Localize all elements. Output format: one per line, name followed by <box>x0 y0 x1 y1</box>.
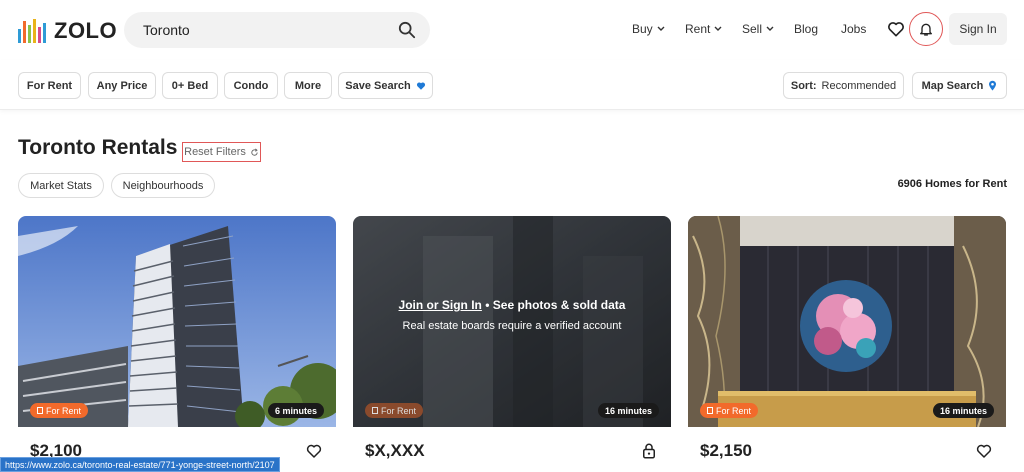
favorite-heart-icon[interactable] <box>975 442 993 460</box>
for-rent-badge: For Rent <box>30 403 89 418</box>
document-icon <box>37 407 43 414</box>
search-icon[interactable] <box>398 21 416 39</box>
chevron-down-icon <box>657 26 665 31</box>
heart-filled-icon <box>416 81 425 90</box>
sort-dropdown[interactable]: Sort: Recommended <box>783 72 904 99</box>
nav-blog-label: Blog <box>794 22 819 36</box>
nav-jobs[interactable]: Jobs <box>841 22 866 36</box>
map-pin-icon <box>989 80 997 91</box>
sort-label: Sort: <box>790 79 817 92</box>
filter-more[interactable]: More <box>284 72 332 99</box>
search-value: Toronto <box>143 22 190 38</box>
favorites-heart-icon[interactable] <box>886 19 906 39</box>
search-input[interactable]: Toronto <box>124 12 430 48</box>
favorite-heart-icon[interactable] <box>305 442 323 460</box>
filter-beds[interactable]: 0+ Bed <box>162 72 218 99</box>
listing-card-locked[interactable]: Join or Sign In • See photos & sold data… <box>353 216 671 472</box>
bell-icon <box>920 23 932 36</box>
save-search-button[interactable]: Save Search <box>338 72 433 99</box>
logo-text: ZOLO <box>54 18 118 43</box>
listing-photo[interactable]: For Rent 16 minutes <box>688 216 1006 427</box>
listing-price: $X,XXX <box>365 441 425 460</box>
chevron-down-icon <box>714 26 722 31</box>
chevron-down-icon <box>766 26 774 31</box>
results-count: 6906 Homes for Rent <box>897 178 1007 190</box>
for-rent-badge: For Rent <box>365 403 424 418</box>
listing-photo[interactable]: For Rent 6 minutes <box>18 216 336 427</box>
for-rent-badge: For Rent <box>700 403 759 418</box>
nav-rent-label: Rent <box>685 22 711 36</box>
page-title: Toronto Rentals <box>18 136 178 159</box>
sign-in-button[interactable]: Sign In <box>949 13 1007 45</box>
for-rent-badge-label: For Rent <box>716 405 752 416</box>
building-photo-image <box>18 216 336 427</box>
filter-property-type[interactable]: Condo <box>224 72 278 99</box>
listing-price: $2,150 <box>700 441 752 460</box>
refresh-icon <box>251 148 258 156</box>
zolo-logo[interactable]: ZOLO <box>18 18 117 44</box>
lobby-photo-image <box>688 216 1006 427</box>
reset-filters-label: Reset Filters <box>184 146 246 158</box>
lock-icon[interactable] <box>640 442 658 460</box>
status-bar-url: https://www.zolo.ca/toronto-real-estate/… <box>0 457 280 472</box>
nav-sell[interactable]: Sell <box>742 22 774 36</box>
listing-age-badge: 6 minutes <box>267 403 324 418</box>
document-icon <box>372 407 378 414</box>
listing-photo-blurred[interactable]: Join or Sign In • See photos & sold data… <box>353 216 671 427</box>
notifications-button[interactable] <box>909 12 943 46</box>
listing-age-badge: 16 minutes <box>932 403 994 418</box>
save-search-label: Save Search <box>345 79 411 92</box>
nav-sell-label: Sell <box>742 22 763 36</box>
market-stats-button[interactable]: Market Stats <box>18 173 104 198</box>
map-search-button[interactable]: Map Search <box>912 72 1007 99</box>
for-rent-badge-label: For Rent <box>46 405 82 416</box>
nav-rent[interactable]: Rent <box>685 22 722 36</box>
overlay-headline: Join or Sign In • See photos & sold data <box>353 298 671 312</box>
map-search-label: Map Search <box>921 79 984 92</box>
top-header: ZOLO Toronto Buy Rent Sell Blog Jobs Sig… <box>0 0 1024 60</box>
nav-buy[interactable]: Buy <box>632 22 665 36</box>
sign-in-overlay: Join or Sign In • See photos & sold data… <box>353 298 671 332</box>
filter-price[interactable]: Any Price <box>88 72 156 99</box>
listing-card[interactable]: For Rent 16 minutes $2,150 <box>688 216 1006 472</box>
document-icon <box>707 407 713 414</box>
nav-blog[interactable]: Blog <box>794 22 818 36</box>
sort-value: Recommended <box>821 79 897 92</box>
logo-icon <box>18 19 48 43</box>
join-sign-in-link[interactable]: Join or Sign In <box>399 298 482 312</box>
listing-card[interactable]: For Rent 6 minutes $2,100 <box>18 216 336 472</box>
overlay-rest: • See photos & sold data <box>481 298 626 312</box>
reset-filters-button[interactable]: Reset Filters <box>182 142 261 162</box>
filter-for-rent[interactable]: For Rent <box>18 72 81 99</box>
overlay-subtext: Real estate boards require a verified ac… <box>402 320 622 332</box>
nav-jobs-label: Jobs <box>841 22 867 36</box>
neighbourhoods-button[interactable]: Neighbourhoods <box>111 173 215 198</box>
listing-age-badge: 16 minutes <box>597 403 659 418</box>
nav-buy-label: Buy <box>632 22 653 36</box>
for-rent-badge-label: For Rent <box>381 405 417 416</box>
filter-bar: For Rent Any Price 0+ Bed Condo More Sav… <box>0 60 1024 110</box>
